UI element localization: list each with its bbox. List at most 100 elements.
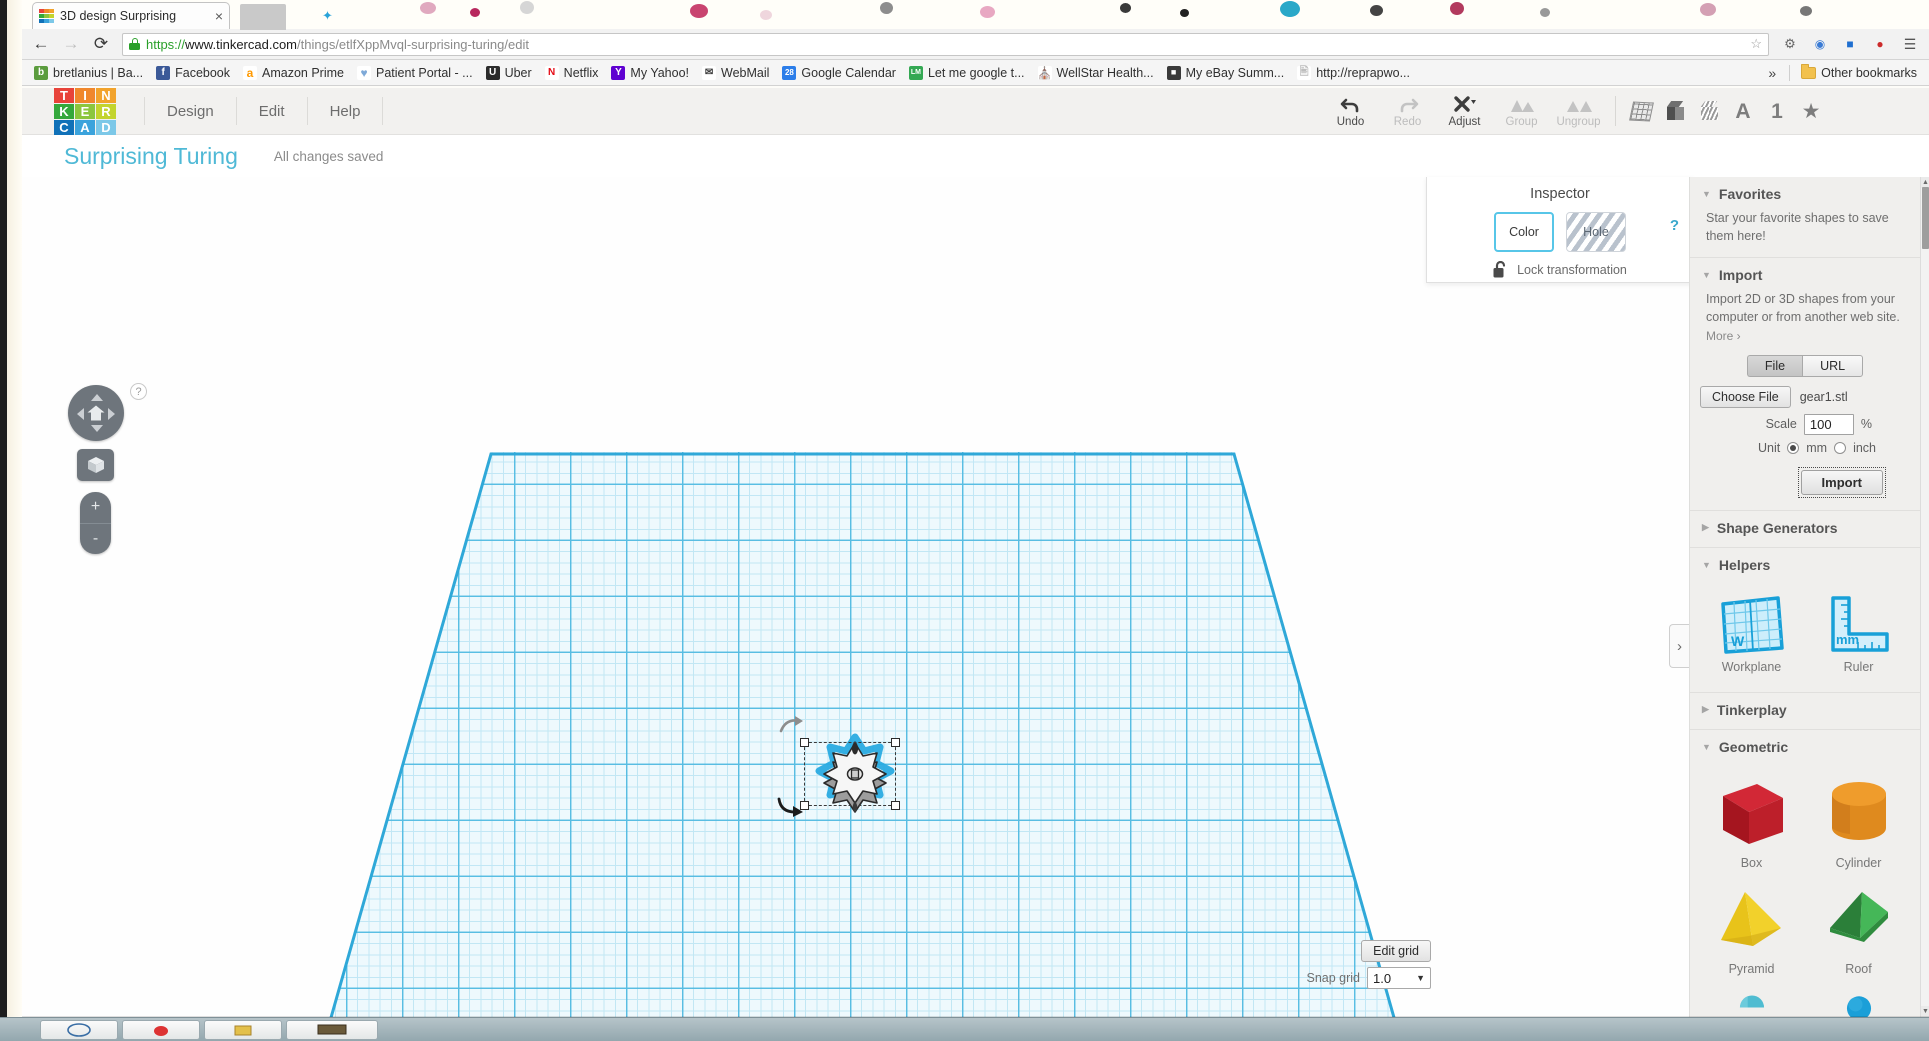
unit-inch-radio[interactable] (1834, 441, 1847, 454)
shape-sphere-blue[interactable] (1807, 986, 1910, 1017)
page-title[interactable]: Surprising Turing (64, 143, 238, 170)
orbit-right-arrow[interactable] (108, 407, 115, 420)
shape-generators-section-header[interactable]: ▶ Shape Generators (1690, 511, 1920, 543)
selected-object[interactable] (777, 716, 906, 821)
browser-tab[interactable]: 3D design Surprising × (32, 2, 230, 29)
shape-sphere-teal[interactable] (1700, 986, 1803, 1018)
bookmarks-bar: b bretlanius | Ba... f Facebook a Amazon… (22, 60, 1929, 86)
fit-view-cube-button[interactable] (77, 449, 114, 481)
color-swatch-button[interactable]: Color (1494, 212, 1554, 252)
undo-button[interactable]: Undo (1322, 88, 1379, 135)
other-bookmarks-folder[interactable]: Other bookmarks (1795, 64, 1923, 82)
hole-swatch-button[interactable]: Hole (1566, 212, 1626, 252)
browser-menu-icon[interactable]: ☰ (1897, 31, 1923, 57)
logo-tile: N (96, 88, 116, 103)
import-more-link[interactable]: More › (1690, 327, 1920, 345)
forward-button[interactable]: → (58, 31, 84, 57)
helpers-section-header[interactable]: ▼ Helpers (1690, 548, 1920, 580)
selection-bounding-box[interactable] (800, 738, 900, 810)
menu-design[interactable]: Design (144, 97, 237, 125)
favorites-section-header[interactable]: ▼ Favorites (1690, 177, 1920, 209)
extension-icon-1[interactable]: ◉ (1807, 31, 1833, 57)
rotate-handle-bottom[interactable] (776, 795, 806, 817)
back-button[interactable]: ← (28, 31, 54, 57)
orbit-down-arrow[interactable] (90, 425, 103, 432)
tab-close-icon[interactable]: × (215, 9, 223, 23)
helper-ruler[interactable]: mm Ruler (1807, 588, 1910, 680)
scale-input[interactable]: 100 (1803, 413, 1854, 435)
choose-file-button[interactable]: Choose File (1700, 385, 1791, 408)
tinkercad-logo[interactable]: T I N K E R C A D (54, 88, 116, 135)
import-button[interactable]: Import (1800, 469, 1883, 495)
view-navigation-widget[interactable]: + - (68, 385, 132, 554)
shape-roof[interactable]: Roof (1807, 880, 1910, 982)
resize-handle-tl[interactable] (800, 738, 809, 747)
orbit-up-arrow[interactable] (90, 394, 103, 401)
bookmark-item[interactable]: 28 Google Calendar (776, 64, 902, 82)
menu-help[interactable]: Help (308, 97, 384, 125)
extension-icon-2[interactable]: ■ (1837, 31, 1863, 57)
view-orbit-disc[interactable] (68, 385, 124, 441)
text-A-icon[interactable]: A (1726, 88, 1760, 135)
bookmark-item[interactable]: Y My Yahoo! (605, 64, 695, 82)
shape-box[interactable]: Box (1700, 770, 1803, 876)
star-icon[interactable]: ★ (1794, 88, 1828, 135)
sidebar-scroll-thumb[interactable] (1922, 187, 1929, 249)
import-url-tab[interactable]: URL (1802, 354, 1864, 377)
import-file-tab[interactable]: File (1746, 354, 1803, 377)
edit-grid-button[interactable]: Edit grid (1361, 940, 1431, 962)
ungroup-button[interactable]: Ungroup (1550, 88, 1607, 135)
bookmark-item[interactable]: f Facebook (150, 64, 236, 82)
taskbar-item[interactable] (286, 1019, 378, 1040)
unit-mm-radio[interactable] (1787, 441, 1800, 454)
hole-cube-icon[interactable] (1692, 88, 1726, 135)
bookmark-item[interactable]: N Netflix (539, 64, 605, 82)
group-button[interactable]: Group (1493, 88, 1550, 135)
sidebar-scrollbar[interactable]: ▲ ▼ (1920, 177, 1929, 1017)
bookmark-item[interactable]: ■ My eBay Summ... (1161, 64, 1291, 82)
home-view-icon[interactable] (87, 405, 105, 421)
orbit-left-arrow[interactable] (77, 407, 84, 420)
bookmark-item[interactable]: ⛪ WellStar Health... (1032, 64, 1160, 82)
solid-cube-icon[interactable] (1658, 88, 1692, 135)
bookmark-item[interactable]: 🖹 http://reprapwo... (1291, 64, 1416, 82)
menu-edit[interactable]: Edit (237, 97, 308, 125)
geometric-section-header[interactable]: ▼ Geometric (1690, 730, 1920, 762)
extension-icon-3[interactable]: ● (1867, 31, 1893, 57)
lock-transformation-toggle[interactable]: Lock transformation (1493, 261, 1627, 278)
inspector-help-icon[interactable]: ? (1670, 217, 1679, 234)
bookmark-item[interactable]: b bretlanius | Ba... (28, 64, 149, 82)
bookmark-item[interactable]: LM Let me google t... (903, 64, 1031, 82)
canvas-help-icon[interactable]: ? (130, 383, 147, 400)
resize-handle-br[interactable] (891, 801, 900, 810)
bookmark-star-icon[interactable]: ☆ (1750, 36, 1762, 52)
bookmark-item[interactable]: ♥ Patient Portal - ... (351, 64, 479, 82)
snap-grid-select[interactable]: 1.0 ▼ (1367, 967, 1431, 989)
taskbar-item[interactable] (40, 1019, 118, 1040)
extension-gear-icon[interactable]: ⚙ (1777, 31, 1803, 57)
number-1-icon[interactable]: 1 (1760, 88, 1794, 135)
redo-button[interactable]: Redo (1379, 88, 1436, 135)
bookmark-item[interactable]: a Amazon Prime (237, 64, 350, 82)
zoom-controls[interactable]: + - (80, 492, 111, 554)
bookmark-item[interactable]: ✉ WebMail (696, 64, 775, 82)
taskbar-item[interactable] (204, 1019, 282, 1040)
rotate-handle-top[interactable] (778, 715, 806, 735)
adjust-button[interactable]: Adjust (1436, 88, 1493, 135)
reload-button[interactable]: ⟳ (88, 31, 114, 57)
taskbar-item[interactable] (122, 1019, 200, 1040)
bookmarks-overflow-button[interactable]: » (1760, 63, 1784, 83)
bookmark-item[interactable]: U Uber (480, 64, 538, 82)
sidebar-collapse-button[interactable]: › (1669, 624, 1689, 668)
address-bar[interactable]: https://www.tinkercad.com/things/etlfXpp… (122, 32, 1769, 56)
tinkerplay-section-header[interactable]: ▶ Tinkerplay (1690, 693, 1920, 725)
3d-canvas[interactable]: Workplane (22, 177, 1689, 1017)
resize-handle-tr[interactable] (891, 738, 900, 747)
zoom-out-button[interactable]: - (80, 524, 111, 555)
shape-pyramid[interactable]: Pyramid (1700, 880, 1803, 982)
import-section-header[interactable]: ▼ Import (1690, 258, 1920, 290)
zoom-in-button[interactable]: + (80, 492, 111, 524)
shape-cylinder[interactable]: Cylinder (1807, 770, 1910, 876)
workplane-grid-icon[interactable] (1624, 88, 1658, 135)
helper-workplane[interactable]: W Workplane (1700, 588, 1803, 680)
